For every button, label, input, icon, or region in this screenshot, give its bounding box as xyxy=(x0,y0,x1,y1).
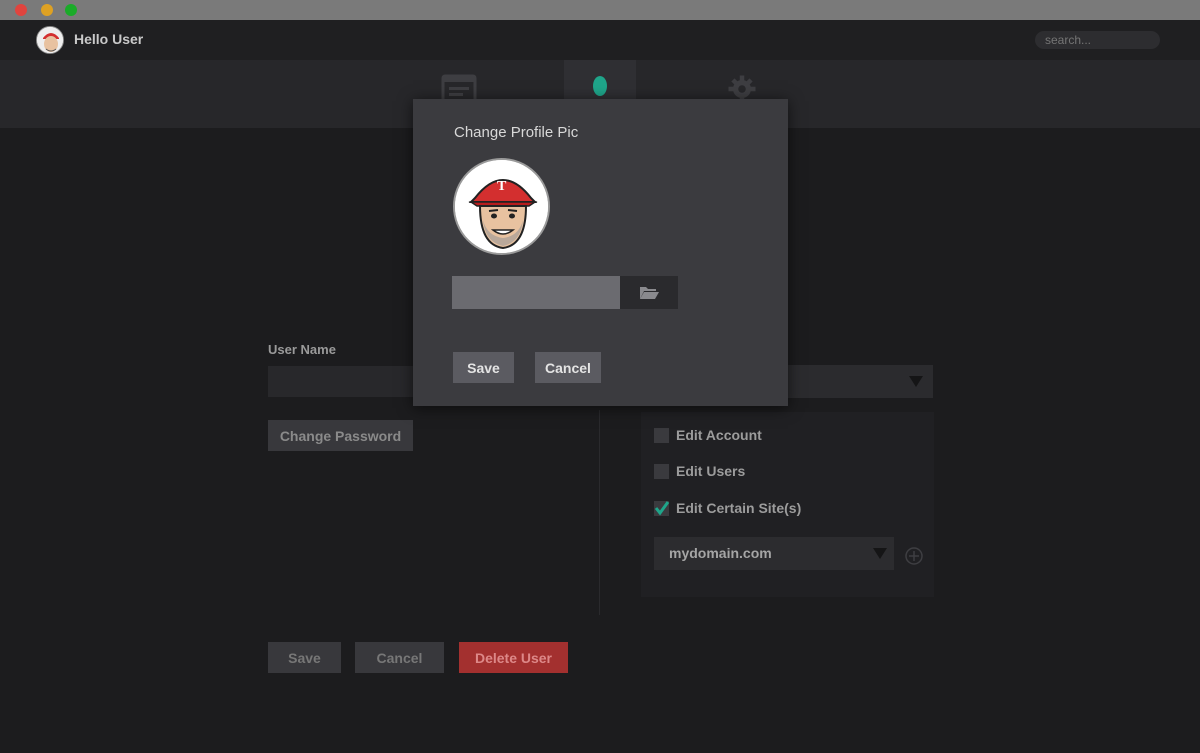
column-divider xyxy=(599,410,600,615)
permission-label: Edit Certain Site(s) xyxy=(676,500,802,516)
site-select[interactable]: mydomain.com xyxy=(654,537,894,570)
avatar[interactable] xyxy=(36,26,64,54)
file-path-input[interactable] xyxy=(452,276,620,309)
window-close-button[interactable] xyxy=(15,4,27,16)
save-button[interactable]: Save xyxy=(268,642,341,673)
permission-label: Edit Users xyxy=(676,463,746,479)
permission-label: Edit Account xyxy=(676,427,762,443)
checkmark-icon xyxy=(654,500,670,515)
dialog-save-button[interactable]: Save xyxy=(453,352,514,383)
app-header: Hello User xyxy=(0,20,1200,60)
permissions-panel: Edit Account Edit Users Edit Certain Sit… xyxy=(641,412,934,597)
checkbox[interactable] xyxy=(654,463,669,479)
permission-edit-users[interactable]: Edit Users xyxy=(654,461,745,481)
username-label: User Name xyxy=(268,342,336,357)
checkbox[interactable] xyxy=(654,500,670,516)
search-input[interactable] xyxy=(1035,31,1160,49)
browse-file-button[interactable] xyxy=(620,276,678,309)
add-circle-icon[interactable] xyxy=(904,546,924,566)
delete-user-button[interactable]: Delete User xyxy=(459,642,568,673)
svg-text:T: T xyxy=(497,179,507,194)
chevron-down-icon xyxy=(873,548,887,559)
profile-picture: T xyxy=(453,158,550,255)
greeting-text: Hello User xyxy=(74,31,144,47)
checkbox[interactable] xyxy=(654,427,669,443)
window-titlebar xyxy=(0,0,1200,20)
change-password-button[interactable]: Change Password xyxy=(268,420,413,451)
cancel-button[interactable]: Cancel xyxy=(355,642,444,673)
dialog-cancel-button[interactable]: Cancel xyxy=(535,352,601,383)
chevron-down-icon xyxy=(909,376,923,387)
window-minimize-button[interactable] xyxy=(41,4,53,16)
window-maximize-button[interactable] xyxy=(65,4,77,16)
permission-edit-certain-sites[interactable]: Edit Certain Site(s) xyxy=(654,498,801,518)
site-select-value: mydomain.com xyxy=(669,545,772,561)
change-profile-pic-dialog: Change Profile Pic T Save Cancel xyxy=(413,99,788,406)
folder-open-icon xyxy=(640,287,659,299)
dialog-title: Change Profile Pic xyxy=(454,124,579,141)
permission-edit-account[interactable]: Edit Account xyxy=(654,425,762,445)
